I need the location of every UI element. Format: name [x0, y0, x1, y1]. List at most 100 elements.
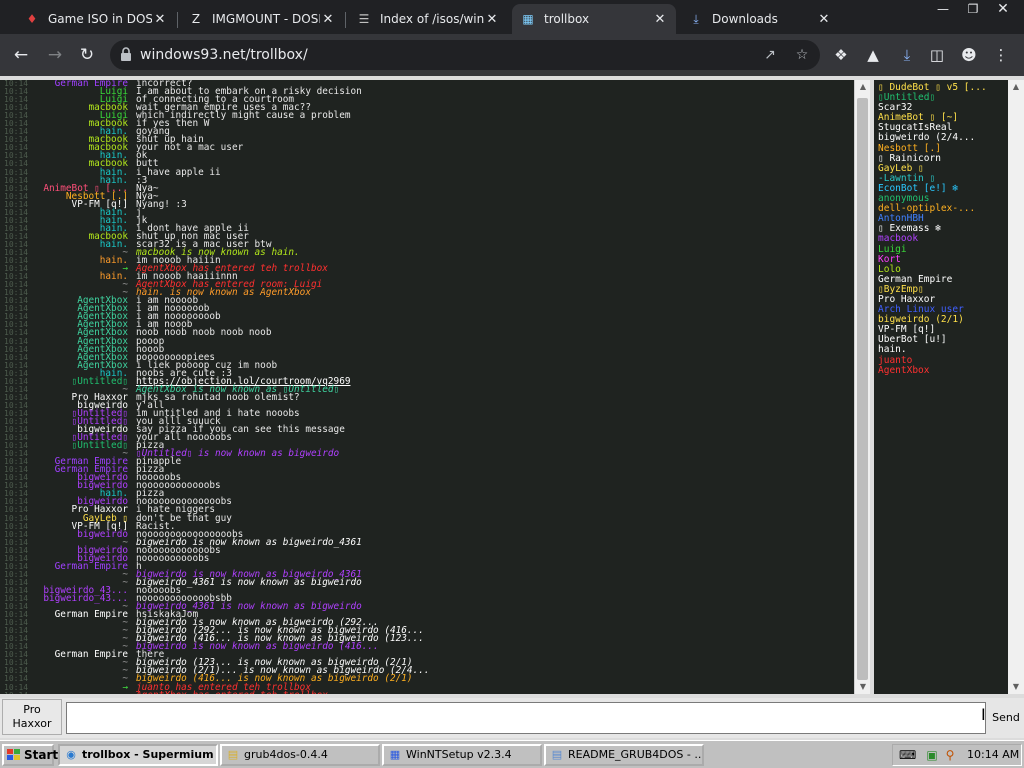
chat-message: 10:14 ▯Untitled▯ im untitled and i hate no… [0, 409, 854, 418]
browser-tab-1[interactable]: ♦ Game ISO in DOSBox✕ [16, 4, 176, 34]
message-text: bigweirdo is now known as bigweirdo (416… [136, 641, 379, 653]
labs-flask-icon[interactable]: ▲ [862, 44, 884, 66]
tab-close-icon[interactable]: ✕ [484, 12, 500, 27]
chat-message: 10:14 ~ bigweirdo is now known as bigweird… [0, 641, 854, 653]
message-nick[interactable]: German Empire [55, 650, 128, 659]
chat-message: 10:14 hain. scar32 is a mac user btw [0, 240, 854, 249]
chat-message: 10:14 bigweirdo noooooooooooooooobs [0, 529, 854, 538]
scroll-down-arrow-icon[interactable]: ▼ [858, 682, 868, 692]
chat-message: 10:14 macbook wait german empire uses a ma… [0, 103, 854, 112]
profile-avatar-icon[interactable]: ☻ [958, 44, 980, 66]
chat-message: 10:14 ~ bigweirdo_4361 is now known as big… [0, 578, 854, 587]
reload-button[interactable]: ↻ [74, 42, 100, 68]
taskbar-item-label: grub4dos-0.4.4 [244, 748, 328, 761]
chat-scrollbar[interactable]: ▲ ▼ [854, 80, 870, 694]
browser-tab-2[interactable]: Z IMGMOUNT - DOSBox✕ [180, 4, 344, 34]
message-input[interactable] [66, 702, 986, 734]
user-scroll-up-arrow-icon[interactable]: ▲ [1011, 82, 1021, 92]
bookmark-star-icon[interactable]: ☆ [792, 45, 812, 65]
start-button[interactable]: Start [2, 744, 58, 766]
downloads-icon[interactable]: ⤓ [896, 44, 918, 66]
message-timestamp: 10:14 [4, 691, 28, 694]
tab-close-icon[interactable]: ✕ [320, 12, 336, 27]
z-icon: Z [191, 12, 201, 26]
tab-close-icon[interactable]: ✕ [152, 12, 168, 27]
back-button[interactable]: ← [8, 42, 34, 68]
share-icon[interactable]: ↗ [760, 45, 780, 65]
chat-log[interactable]: 10:14 German Empire incorrect? 10:14 Luigi I … [0, 80, 854, 694]
browser-tab-4[interactable]: ▦ trollbox ✕ [512, 4, 676, 34]
chat-message: 10:14 macbook butt [0, 159, 854, 168]
user-scroll-down-arrow-icon[interactable]: ▼ [1011, 682, 1021, 692]
close-window-button[interactable]: ✕ [986, 0, 1020, 18]
network-icon[interactable]: ▣ [925, 748, 939, 762]
chat-message: 10:14 ~ AgentXbox has entered room: Luigi [0, 280, 854, 289]
message-nick[interactable]: ▯Untitled▯ [72, 441, 128, 450]
supermium-icon: ◉ [66, 748, 76, 761]
message-nick[interactable]: bigweirdo [77, 529, 128, 538]
send-button[interactable]: Send [988, 702, 1024, 734]
side-panel-icon[interactable]: ◫ [926, 44, 948, 66]
clock[interactable]: 10:14 AM [967, 748, 1019, 761]
search-tray-icon[interactable]: ⚲ [943, 748, 957, 762]
chat-message: 10:14 AnimeBot ▯ [... Nya~ [0, 183, 854, 192]
chat-message: 10:14 German Empire there [0, 650, 854, 659]
download-icon: ⤓ [693, 12, 699, 26]
user-list-item[interactable]: AgentXbox [878, 365, 1008, 376]
chat-message: 10:14 AgentXbox i am nooob [0, 320, 854, 329]
taskbar-item-label: trollbox - Supermium [82, 748, 214, 761]
menu-kebab-icon[interactable]: ⋮ [990, 44, 1012, 66]
taskbar-item-2[interactable]: ▤ grub4dos-0.4.4 [220, 744, 380, 766]
address-bar[interactable]: windows93.net/trollbox/ ↗ ☆ [110, 40, 820, 70]
chat-message: 10:14 Nesbott [.] Nya~ [0, 191, 854, 200]
browser-tab-3[interactable]: ☰ Index of /isos/windows✕ [348, 4, 508, 34]
chat-message: 10:14 ~ bigweirdo (292... is now known as … [0, 626, 854, 635]
chat-message: 10:14 ▯Untitled▯ your all nooooobs [0, 433, 854, 442]
chat-message: 10:14 hain. pizza [0, 489, 854, 498]
message-text: Nyang! :3 [136, 198, 187, 210]
taskbar-item-3[interactable]: ▦ WinNTSetup v2.3.4 [382, 744, 542, 766]
user-list-item[interactable]: macbook [878, 234, 1008, 244]
nickname-label: Pro Haxxor [12, 703, 52, 730]
chat-message: 10:14 hain.:3 [0, 175, 854, 184]
tab-label: trollbox [544, 12, 590, 26]
taskbar-item-1[interactable]: ◉ trollbox - Supermium [58, 744, 218, 766]
browser-tab-strip: ♦Game ISO in DOSBox✕ZIMGMOUNT - DOSBox✕☰… [0, 0, 1024, 34]
message-nick[interactable]: German Empire [55, 610, 128, 619]
browser-tab-5[interactable]: ⤓ Downloads ✕ [680, 4, 840, 34]
chat-scrollbar-thumb[interactable] [857, 98, 868, 680]
url-text[interactable]: windows93.net/trollbox/ [140, 47, 308, 63]
chat-message: 10:14 hain. im nooob haiiin [0, 256, 854, 265]
tab-close-icon[interactable]: ✕ [652, 12, 668, 27]
extensions-puzzle-icon[interactable]: ❖ [830, 44, 852, 66]
chat-message: 10:14 bigweirdo nooooobs [0, 473, 854, 482]
nickname-button[interactable]: Pro Haxxor [2, 699, 62, 735]
tab-close-icon[interactable]: ✕ [816, 12, 832, 27]
keyboard-icon[interactable]: ⌨ [899, 748, 916, 762]
lock-icon[interactable] [120, 47, 132, 62]
restore-window-button[interactable]: ❐ [956, 0, 990, 18]
chat-message: 10:14 bigweirdo y'all [0, 401, 854, 410]
tab-label: IMGMOUNT - DOSBox [212, 12, 320, 26]
forward-button[interactable]: → [42, 42, 68, 68]
chat-message: 10:14 → juanto has entered teh trollbox [0, 682, 854, 691]
chat-message: 10:14 AgentXbox poooooooopiees [0, 352, 854, 361]
chat-message: 10:14 Pro Haxxor mjks sa rohutad noob olem… [0, 393, 854, 402]
chat-message: 10:14 hain. j [0, 208, 854, 217]
chat-message: 10:14 ▯Untitled▯ you alll suuuck [0, 417, 854, 426]
dosbox-icon: ♦ [26, 12, 38, 26]
windows-taskbar: Start ◉ trollbox - Supermium ▤ grub4dos-0.4… [0, 740, 1024, 768]
scroll-up-arrow-icon[interactable]: ▲ [858, 82, 868, 92]
message-nick[interactable]: German Empire [55, 562, 128, 571]
system-tray: ⌨ ▣ ⚲ 10:14 AM [892, 744, 1022, 766]
chat-message: 10:14 hain. noobs are cute :3 [0, 368, 854, 377]
message-nick[interactable]: ▯Untitled▯ [72, 377, 128, 386]
message-nick[interactable]: → [122, 690, 128, 694]
chat-message: 10:14 macbook shut up hain [0, 135, 854, 144]
chat-message: 10:14 bigweirdo_43... noooooooooooobsbb [0, 594, 854, 603]
message-nick[interactable]: bigweirdo_43... [43, 594, 128, 603]
taskbar-item-4[interactable]: ▤ README_GRUB4DOS - ... [544, 744, 704, 766]
user-list-scrollbar[interactable]: ▲ ▼ [1008, 80, 1024, 694]
chat-message: 10:14 ~ bigweirdo (416... is now known as … [0, 674, 854, 683]
minimize-window-button[interactable]: — [926, 0, 960, 18]
